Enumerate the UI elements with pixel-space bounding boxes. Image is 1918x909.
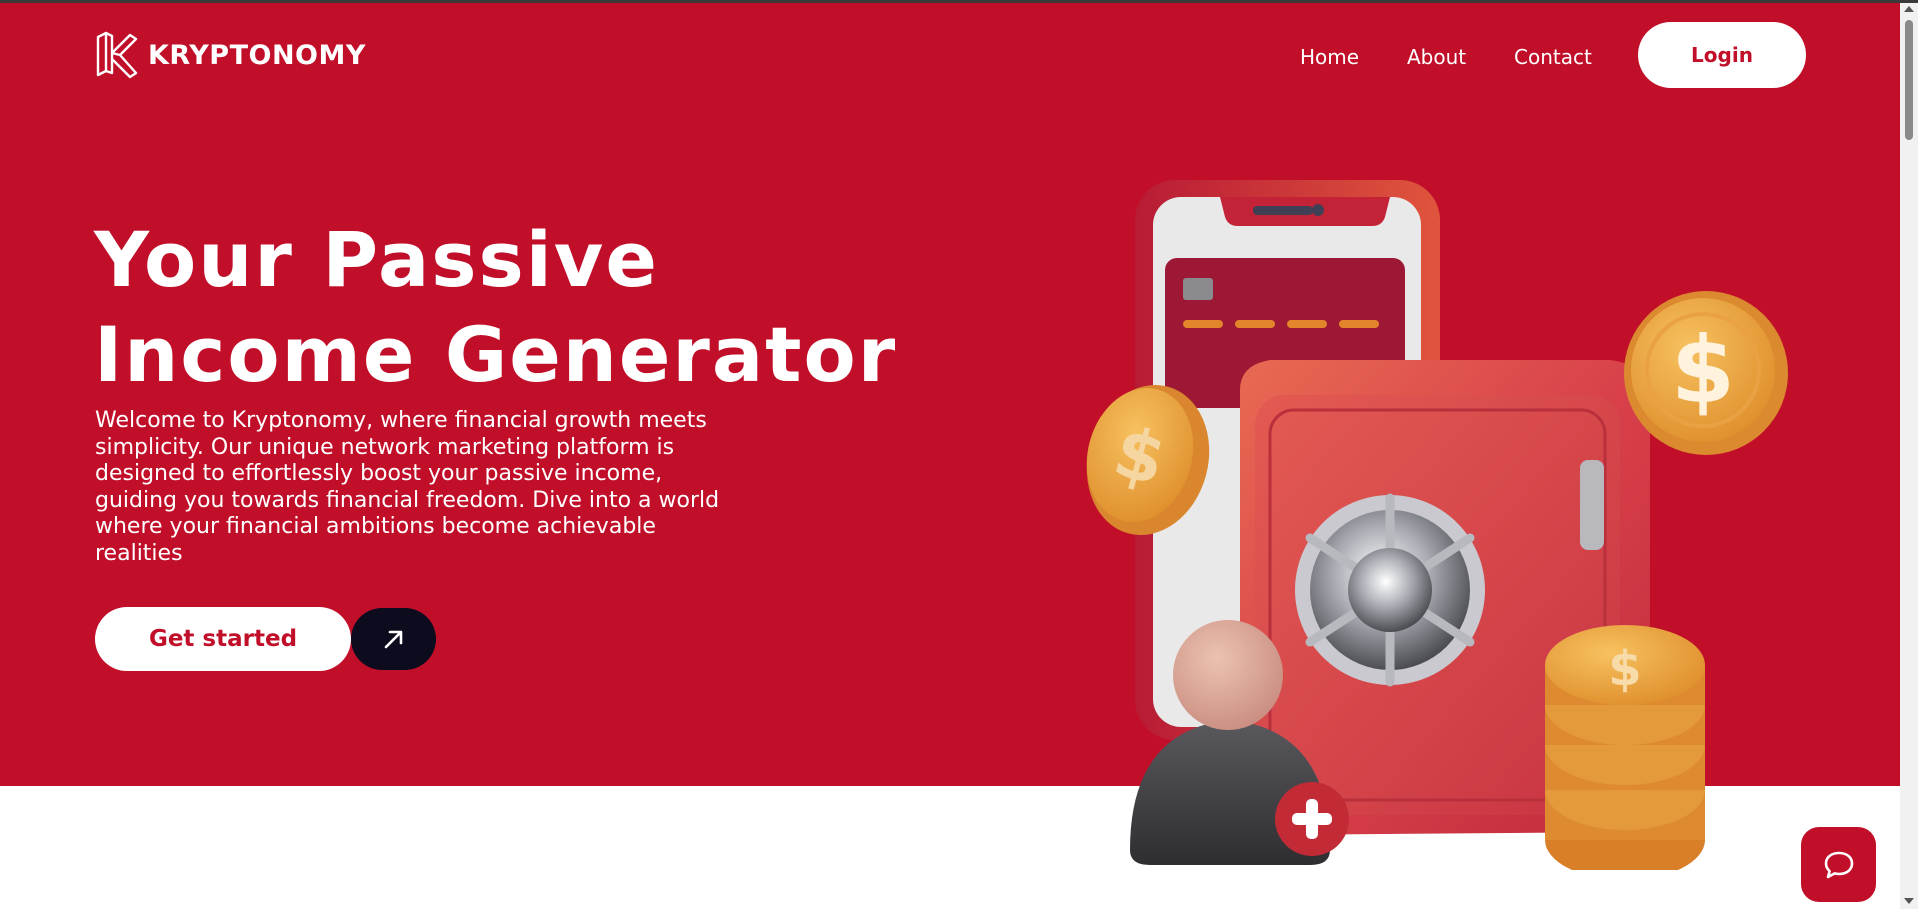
nav-home-link[interactable]: Home — [1300, 45, 1359, 69]
safe-illustration: $ $ $ — [1086, 180, 1788, 870]
kryptonomy-logo-icon — [96, 31, 138, 79]
page-scrollbar[interactable] — [1900, 3, 1918, 909]
chat-bubble-icon — [1824, 851, 1853, 878]
nav-contact-link[interactable]: Contact — [1514, 45, 1592, 69]
arrow-up-right-icon — [384, 630, 402, 649]
get-started-button[interactable]: Get started — [95, 607, 351, 671]
brand-logo[interactable]: KRYPTONOMY — [94, 31, 366, 79]
nav-about-link[interactable]: About — [1407, 45, 1466, 69]
coin-right-graphic: $ — [1624, 291, 1788, 455]
hero-headline-line-2: Income Generator — [94, 310, 898, 399]
get-started-arrow-button[interactable] — [351, 608, 436, 670]
coin-stack-graphic: $ — [1545, 625, 1705, 870]
hero-headline: Your Passive Income Generator — [94, 212, 897, 402]
scroll-down-arrow-icon[interactable] — [1904, 898, 1914, 904]
brand-name: KRYPTONOMY — [148, 39, 366, 71]
svg-text:$: $ — [1671, 317, 1735, 424]
hero-description: Welcome to Kryptonomy, where financial g… — [95, 408, 720, 566]
chat-widget-button[interactable] — [1801, 827, 1876, 902]
hero-headline-line-1: Your Passive — [94, 215, 659, 304]
svg-text:$: $ — [1608, 641, 1641, 697]
login-button[interactable]: Login — [1638, 22, 1806, 88]
scrollbar-thumb[interactable] — [1905, 20, 1913, 140]
scroll-up-arrow-icon[interactable] — [1904, 6, 1914, 12]
